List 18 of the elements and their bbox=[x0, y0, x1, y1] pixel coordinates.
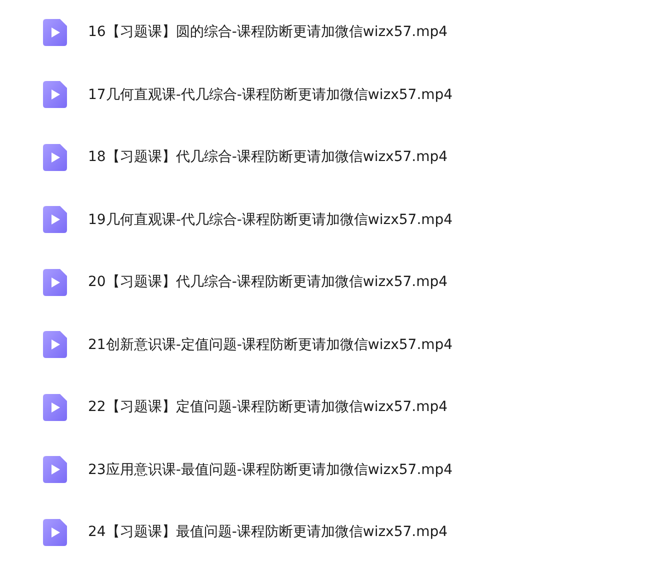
video-file-icon bbox=[43, 394, 67, 421]
video-file-icon bbox=[43, 81, 67, 108]
file-name[interactable]: 18【习题课】代几综合-课程防断更请加微信wizx57.mp4 bbox=[88, 148, 448, 166]
video-file-icon bbox=[43, 206, 67, 234]
file-name[interactable]: 24【习题课】最值问题-课程防断更请加微信wizx57.mp4 bbox=[88, 523, 448, 542]
file-name[interactable]: 19几何直观课-代几综合-课程防断更请加微信wizx57.mp4 bbox=[88, 210, 453, 229]
file-name[interactable]: 22【习题课】定值问题-课程防断更请加微信wizx57.mp4 bbox=[88, 398, 448, 416]
video-file-icon bbox=[43, 268, 67, 296]
file-name[interactable]: 17几何直观课-代几综合-课程防断更请加微信wizx57.mp4 bbox=[88, 86, 453, 104]
file-name[interactable]: 23应用意识课-最值问题-课程防断更请加微信wizx57.mp4 bbox=[88, 460, 453, 479]
file-name[interactable]: 21创新意识课-定值问题-课程防断更请加微信wizx57.mp4 bbox=[88, 336, 453, 354]
video-file-icon bbox=[43, 518, 67, 546]
video-file-icon bbox=[43, 331, 67, 358]
video-file-icon bbox=[43, 456, 67, 484]
file-name[interactable]: 20【习题课】代几综合-课程防断更请加微信wizx57.mp4 bbox=[88, 273, 448, 292]
video-file-icon bbox=[43, 144, 67, 171]
video-file-icon bbox=[43, 18, 67, 46]
file-name[interactable]: 16【习题课】圆的综合-课程防断更请加微信wizx57.mp4 bbox=[88, 23, 448, 42]
